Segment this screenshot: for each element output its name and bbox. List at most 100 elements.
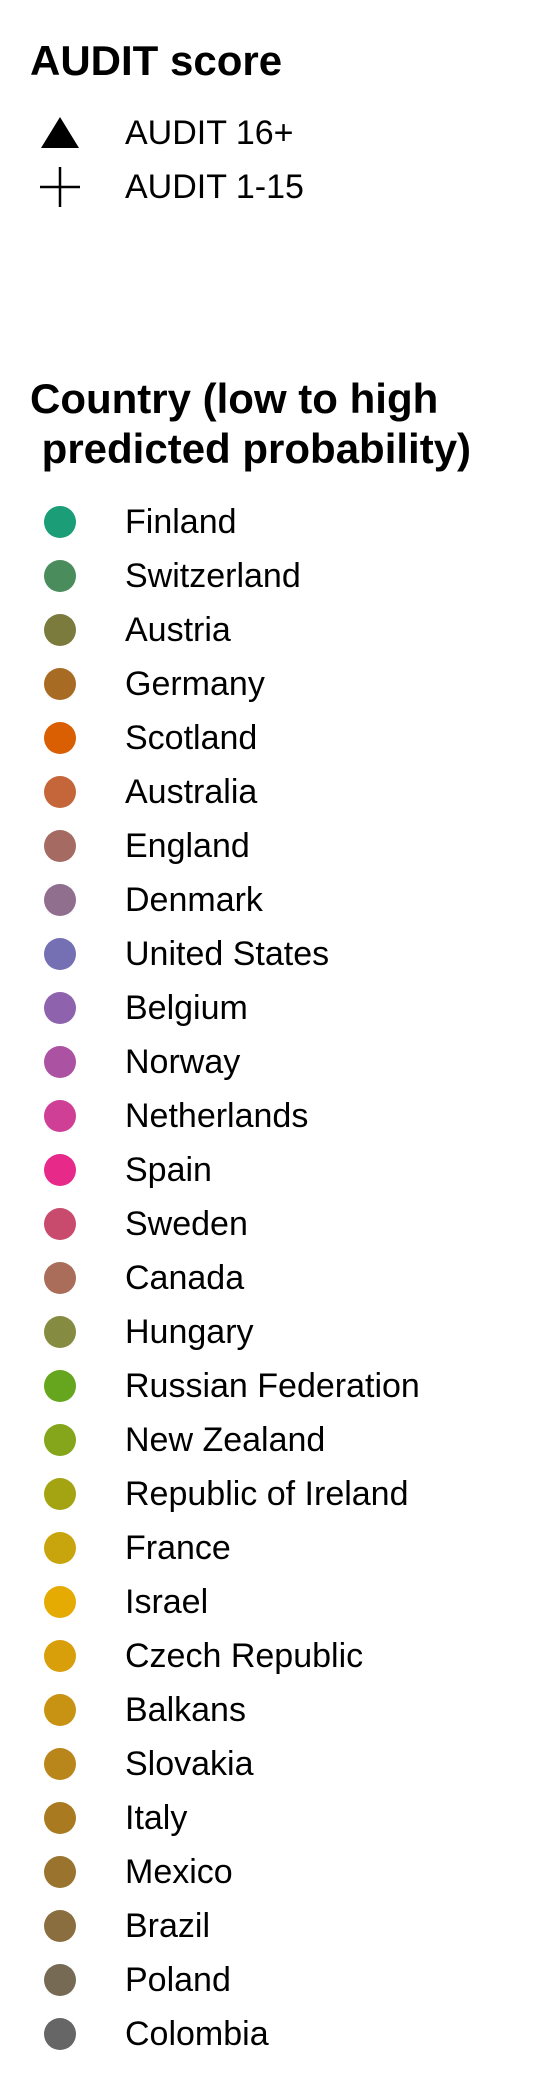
legend-item-spain: Spain	[0, 1143, 540, 1197]
color-dot-shape	[44, 776, 76, 808]
legend-item-mexico: Mexico	[0, 1845, 540, 1899]
legend-item-label: Norway	[125, 1043, 241, 1081]
legend-item-label: United States	[125, 935, 330, 973]
color-dot-icon	[44, 1964, 76, 1996]
legend-item-czech-republic: Czech Republic	[0, 1629, 540, 1683]
legend-item-label: Sweden	[125, 1205, 248, 1243]
legend-item-label: Mexico	[125, 1853, 233, 1891]
color-dot-icon	[44, 1208, 76, 1240]
legend-item-label: Germany	[125, 665, 265, 703]
legend-item-france: France	[0, 1521, 540, 1575]
color-dot-shape	[44, 1694, 76, 1726]
legend-item-label: Netherlands	[125, 1097, 309, 1135]
legend-item-italy: Italy	[0, 1791, 540, 1845]
color-dot-icon	[44, 776, 76, 808]
color-dot-shape	[44, 1478, 76, 1510]
triangle-marker-icon	[41, 117, 79, 148]
legend-item-label: England	[125, 827, 250, 865]
color-dot-shape	[44, 1532, 76, 1564]
color-dot-icon	[44, 1100, 76, 1132]
country-legend-title: Country (low to high predicted probabili…	[30, 375, 472, 472]
color-dot-icon	[44, 830, 76, 862]
legend-item-label: AUDIT 1-15	[125, 168, 304, 206]
legend-item-israel: Israel	[0, 1575, 540, 1629]
legend-item-austria: Austria	[0, 603, 540, 657]
color-dot-icon	[44, 1856, 76, 1888]
chart-legend: AUDIT score AUDIT 16+ AUDIT 1-15 Country …	[0, 0, 540, 2100]
color-dot-shape	[44, 1154, 76, 1186]
color-dot-icon	[44, 992, 76, 1024]
legend-item-finland: Finland	[0, 495, 540, 549]
color-dot-icon	[44, 938, 76, 970]
legend-item-scotland: Scotland	[0, 711, 540, 765]
color-dot-shape	[44, 1802, 76, 1834]
legend-item-label: France	[125, 1529, 231, 1567]
color-dot-shape	[44, 1370, 76, 1402]
legend-item-hungary: Hungary	[0, 1305, 540, 1359]
color-dot-icon	[44, 506, 76, 538]
color-dot-icon	[44, 1586, 76, 1618]
cross-marker-shape	[40, 167, 80, 207]
color-dot-shape	[44, 2018, 76, 2050]
legend-item-republic-of-ireland: Republic of Ireland	[0, 1467, 540, 1521]
color-dot-shape	[44, 1046, 76, 1078]
legend-item-label: Israel	[125, 1583, 209, 1621]
legend-item-label: Denmark	[125, 881, 263, 919]
color-dot-icon	[44, 1532, 76, 1564]
legend-item-audit-1-15: AUDIT 1-15	[0, 160, 540, 214]
color-dot-icon	[44, 614, 76, 646]
color-dot-shape	[44, 1748, 76, 1780]
legend-item-denmark: Denmark	[0, 873, 540, 927]
color-dot-shape	[44, 1910, 76, 1942]
color-dot-shape	[44, 830, 76, 862]
legend-item-new-zealand: New Zealand	[0, 1413, 540, 1467]
color-dot-icon	[44, 2018, 76, 2050]
cross-marker-icon	[40, 167, 80, 207]
legend-item-united-states: United States	[0, 927, 540, 981]
legend-item-label: Balkans	[125, 1691, 246, 1729]
color-dot-icon	[44, 560, 76, 592]
legend-item-norway: Norway	[0, 1035, 540, 1089]
legend-item-balkans: Balkans	[0, 1683, 540, 1737]
color-dot-shape	[44, 1640, 76, 1672]
color-dot-icon	[44, 1424, 76, 1456]
legend-item-label: Belgium	[125, 989, 248, 1027]
color-dot-shape	[44, 1262, 76, 1294]
color-dot-shape	[44, 614, 76, 646]
color-dot-shape	[44, 1316, 76, 1348]
color-dot-icon	[44, 1694, 76, 1726]
color-dot-shape	[44, 506, 76, 538]
legend-item-canada: Canada	[0, 1251, 540, 1305]
color-dot-icon	[44, 1640, 76, 1672]
legend-item-label: Switzerland	[125, 557, 301, 595]
legend-item-switzerland: Switzerland	[0, 549, 540, 603]
color-dot-icon	[44, 1154, 76, 1186]
legend-item-russian-federation: Russian Federation	[0, 1359, 540, 1413]
legend-item-colombia: Colombia	[0, 2007, 540, 2061]
audit-legend-title: AUDIT score	[30, 37, 283, 84]
legend-item-germany: Germany	[0, 657, 540, 711]
color-dot-icon	[44, 1748, 76, 1780]
legend-item-label: Brazil	[125, 1907, 211, 1945]
legend-item-label: Republic of Ireland	[125, 1475, 409, 1513]
legend-item-label: Australia	[125, 773, 258, 811]
legend-item-audit-16: AUDIT 16+	[0, 106, 540, 160]
legend-item-label: Finland	[125, 503, 237, 541]
legend-item-label: Austria	[125, 611, 231, 649]
color-dot-shape	[44, 1964, 76, 1996]
color-dot-icon	[44, 1046, 76, 1078]
legend-item-label: Canada	[125, 1259, 245, 1297]
color-dot-shape	[44, 668, 76, 700]
color-dot-shape	[44, 1856, 76, 1888]
color-dot-shape	[44, 938, 76, 970]
color-dot-icon	[44, 1316, 76, 1348]
legend-item-label: Czech Republic	[125, 1637, 364, 1675]
legend-item-label: New Zealand	[125, 1421, 326, 1459]
color-dot-shape	[44, 992, 76, 1024]
legend-item-label: Italy	[125, 1799, 188, 1837]
legend-item-sweden: Sweden	[0, 1197, 540, 1251]
color-dot-icon	[44, 722, 76, 754]
legend-item-label: Hungary	[125, 1313, 254, 1351]
triangle-marker-shape	[41, 117, 79, 148]
legend-item-label: Colombia	[125, 2015, 269, 2053]
